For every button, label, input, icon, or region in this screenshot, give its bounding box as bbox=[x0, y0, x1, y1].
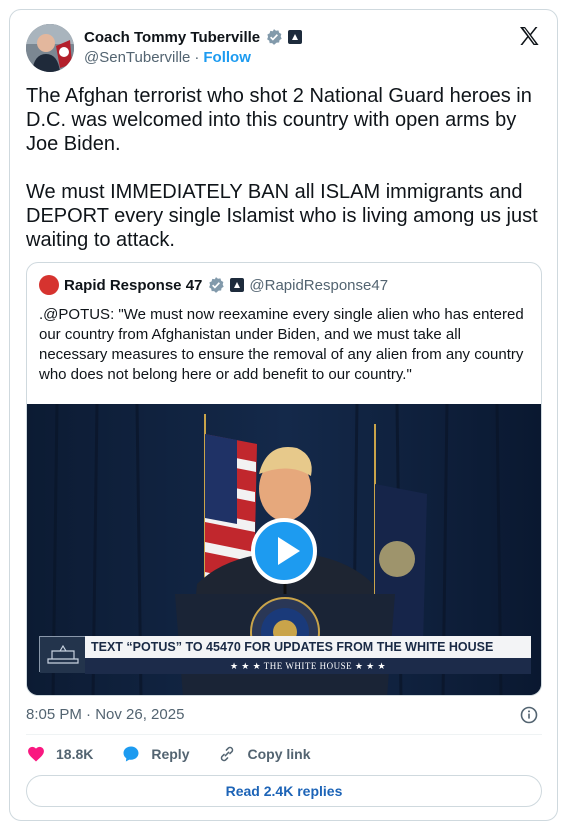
white-house-logo-icon bbox=[39, 636, 86, 673]
tweet-paragraph: We must IMMEDIATELY BAN all ISLAM immigr… bbox=[26, 181, 538, 251]
lower-third-sub-text: ★ ★ ★ THE WHITE HOUSE ★ ★ ★ bbox=[85, 658, 531, 674]
author-name-row: Coach Tommy Tuberville bbox=[84, 28, 303, 46]
quote-text: .@POTUS: "We must now reexamine every si… bbox=[39, 306, 524, 383]
author-display-name[interactable]: Coach Tommy Tuberville bbox=[84, 29, 260, 46]
divider bbox=[26, 734, 542, 735]
play-icon[interactable] bbox=[251, 518, 317, 584]
quoted-tweet[interactable]: Rapid Response 47 @RapidResponse47 .@POT… bbox=[26, 262, 542, 696]
copy-link-button[interactable]: Copy link bbox=[217, 744, 311, 764]
info-icon[interactable] bbox=[520, 706, 538, 724]
government-badge-icon bbox=[288, 30, 303, 44]
action-bar: 18.8K Reply Copy link bbox=[26, 744, 311, 764]
separator-dot: · bbox=[194, 49, 200, 66]
like-button[interactable]: 18.8K bbox=[26, 744, 93, 764]
read-replies-button[interactable]: Read 2.4K replies bbox=[26, 775, 542, 807]
tweet-card: Coach Tommy Tuberville @SenTuberville · … bbox=[9, 9, 558, 821]
verified-badge-icon bbox=[265, 28, 283, 46]
x-logo-icon[interactable] bbox=[517, 24, 541, 48]
lower-third-banner: TEXT “POTUS” TO 45470 FOR UPDATES FROM T… bbox=[39, 636, 531, 674]
quote-display-name[interactable]: Rapid Response 47 bbox=[64, 277, 202, 294]
follow-button[interactable]: Follow bbox=[203, 49, 251, 66]
government-badge-icon bbox=[230, 278, 245, 292]
link-icon bbox=[221, 746, 234, 762]
video-player[interactable]: TEXT “POTUS” TO 45470 FOR UPDATES FROM T… bbox=[27, 404, 541, 695]
reply-button[interactable]: Reply bbox=[121, 744, 189, 764]
author-handle-row: @SenTuberville · Follow bbox=[84, 49, 251, 66]
verified-badge-icon bbox=[207, 276, 225, 294]
copy-link-label: Copy link bbox=[247, 746, 311, 762]
lower-third-main-text: TEXT “POTUS” TO 45470 FOR UPDATES FROM T… bbox=[85, 636, 531, 658]
like-count: 18.8K bbox=[56, 746, 94, 762]
tweet-paragraph: The Afghan terrorist who shot 2 National… bbox=[26, 85, 532, 155]
tweet-text: The Afghan terrorist who shot 2 National… bbox=[26, 84, 546, 252]
heart-icon bbox=[28, 746, 44, 762]
reply-bubble-icon bbox=[123, 746, 139, 762]
author-handle[interactable]: @SenTuberville bbox=[84, 49, 190, 66]
reply-label: Reply bbox=[151, 746, 190, 762]
tweet-timestamp[interactable]: 8:05 PM · Nov 26, 2025 bbox=[26, 706, 184, 723]
quote-handle[interactable]: @RapidResponse47 bbox=[249, 277, 388, 294]
quote-header: Rapid Response 47 @RapidResponse47 bbox=[39, 275, 388, 295]
author-avatar[interactable] bbox=[26, 24, 74, 72]
quote-avatar[interactable] bbox=[39, 275, 59, 295]
